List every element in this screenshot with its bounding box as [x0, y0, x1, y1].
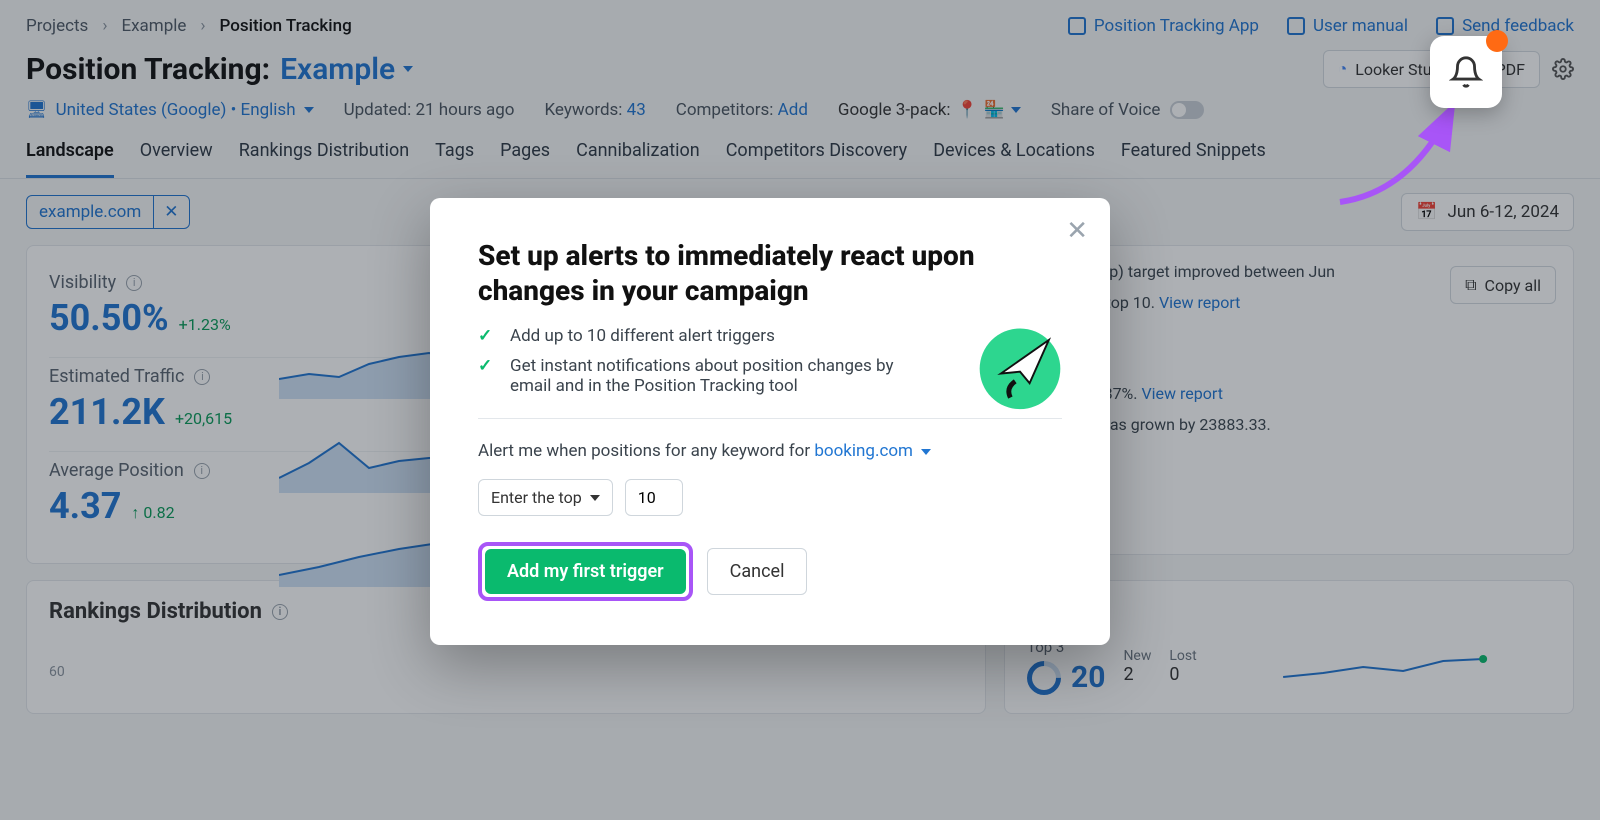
- highlight-annotation: Add my first trigger: [478, 542, 693, 601]
- alert-condition-text: Alert me when positions for any keyword …: [478, 441, 1062, 461]
- check-icon: ✓: [478, 326, 496, 346]
- cancel-button[interactable]: Cancel: [707, 548, 808, 595]
- chevron-down-icon: [590, 495, 600, 501]
- notification-dot-icon: [1486, 30, 1508, 52]
- paper-plane-illustration: [972, 316, 1068, 412]
- alerts-setup-modal: ✕ Set up alerts to immediately react upo…: [430, 198, 1110, 645]
- modal-bullet: Get instant notifications about position…: [510, 356, 918, 396]
- chevron-down-icon: [921, 449, 931, 455]
- check-icon: ✓: [478, 356, 496, 396]
- close-icon[interactable]: ✕: [1066, 216, 1088, 246]
- bell-icon: [1449, 55, 1483, 89]
- arrow-annotation: [1320, 92, 1480, 212]
- add-first-trigger-button[interactable]: Add my first trigger: [485, 549, 686, 594]
- notifications-bell-callout[interactable]: [1430, 36, 1502, 108]
- trigger-value-input[interactable]: [625, 479, 683, 516]
- alert-domain-selector[interactable]: booking.com: [814, 441, 931, 461]
- modal-bullet: Add up to 10 different alert triggers: [510, 326, 775, 346]
- modal-heading: Set up alerts to immediately react upon …: [478, 238, 1018, 308]
- trigger-condition-select[interactable]: Enter the top: [478, 479, 613, 516]
